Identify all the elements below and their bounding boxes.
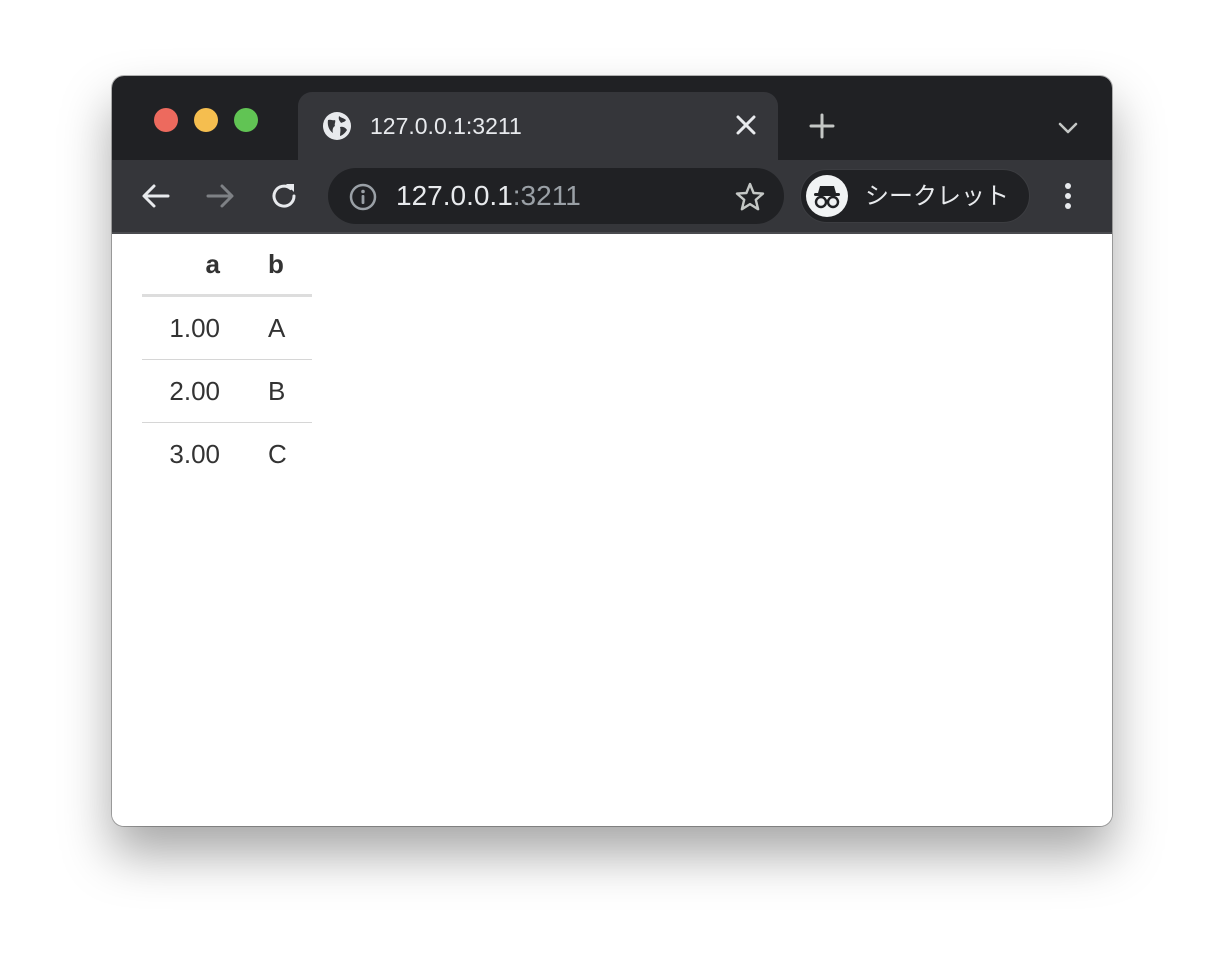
window-minimize-button[interactable] <box>194 108 218 132</box>
column-header-a: a <box>142 234 220 297</box>
more-vertical-icon[interactable] <box>1056 180 1080 212</box>
browser-window: 127.0.0.1:3211 127.0.0.1:3211 シークレット a b… <box>112 76 1112 826</box>
incognito-profile-button[interactable]: シークレット <box>800 169 1030 223</box>
window-maximize-button[interactable] <box>234 108 258 132</box>
table-row: 2.00 B <box>142 359 312 423</box>
arrow-right-icon[interactable] <box>204 180 236 212</box>
address-bar[interactable]: 127.0.0.1:3211 <box>328 168 784 224</box>
star-icon[interactable] <box>734 181 766 213</box>
table-row: 1.00 A <box>142 295 312 360</box>
tab-strip: 127.0.0.1:3211 <box>112 76 1112 160</box>
data-table: a b 1.00 A 2.00 B 3.00 C <box>142 234 312 485</box>
tab-title: 127.0.0.1:3211 <box>370 113 522 139</box>
toolbar: 127.0.0.1:3211 シークレット <box>112 160 1112 232</box>
table-cell-b: A <box>220 295 312 360</box>
incognito-label: シークレット <box>865 183 1009 210</box>
table-cell-b: B <box>220 359 312 423</box>
column-header-b: b <box>220 234 312 297</box>
table-cell-b: C <box>268 438 287 469</box>
window-close-button[interactable] <box>154 108 178 132</box>
url-text: 127.0.0.1:3211 <box>396 181 581 211</box>
chevron-down-icon[interactable] <box>1056 116 1080 140</box>
table-row: 3.00 C <box>142 423 312 486</box>
plus-icon[interactable] <box>808 112 836 140</box>
incognito-icon <box>814 186 840 209</box>
arrow-left-icon[interactable] <box>140 180 172 212</box>
table-cell-a: 1.00 <box>142 295 220 360</box>
table-cell-a: 3.00 <box>169 438 220 469</box>
page-content: a b 1.00 A 2.00 B 3.00 C <box>112 234 1112 826</box>
close-icon[interactable] <box>734 113 758 137</box>
avatar <box>806 175 848 217</box>
info-icon[interactable] <box>348 182 378 212</box>
table-cell-a: 2.00 <box>142 359 220 423</box>
active-tab[interactable]: 127.0.0.1:3211 <box>298 92 778 160</box>
url-port: :3211 <box>512 180 581 211</box>
reload-icon[interactable] <box>268 180 300 212</box>
globe-icon <box>323 112 351 140</box>
url-host: 127.0.0.1 <box>396 180 513 211</box>
table-header-row: a b <box>142 234 312 297</box>
